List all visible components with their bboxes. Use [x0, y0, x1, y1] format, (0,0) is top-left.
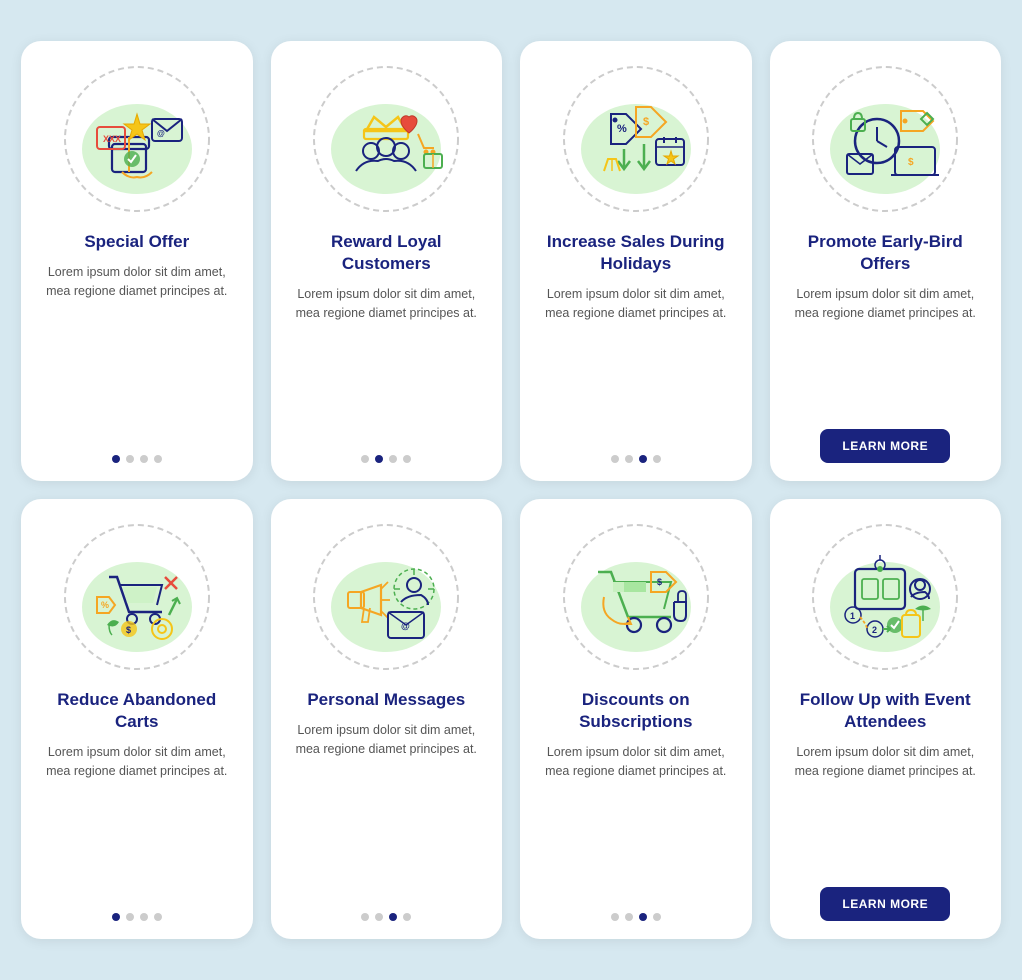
dot-3: [639, 913, 647, 921]
card-footer: [611, 455, 661, 463]
dot-2: [375, 455, 383, 463]
dot-3: [639, 455, 647, 463]
dot-4: [154, 455, 162, 463]
card-title: Special Offer: [84, 231, 189, 253]
svg-text:$: $: [657, 577, 662, 587]
svg-text:1: 1: [850, 611, 855, 621]
svg-text:2: 2: [872, 625, 877, 635]
card-follow-up: 1 2 Follow Up with Event Attendees Lorem…: [770, 499, 1002, 939]
card-footer: [112, 913, 162, 921]
card-abandoned-carts: % $ Reduce Abandoned Carts Lorem ipsum d…: [21, 499, 253, 939]
dot-1: [112, 455, 120, 463]
learn-more-button-2[interactable]: LEARN MORE: [820, 887, 950, 921]
card-footer: [611, 913, 661, 921]
card-title: Increase Sales During Holidays: [536, 231, 736, 275]
card-body: Lorem ipsum dolor sit dim amet, mea regi…: [536, 743, 736, 899]
dot-4: [403, 455, 411, 463]
card-body: Lorem ipsum dolor sit dim amet, mea regi…: [786, 743, 986, 873]
card-footer: [112, 455, 162, 463]
card-body: Lorem ipsum dolor sit dim amet, mea regi…: [536, 285, 736, 441]
card-title: Follow Up with Event Attendees: [786, 689, 986, 733]
dot-2: [126, 455, 134, 463]
card-increase-sales: % $ Increase S: [520, 41, 752, 481]
card-title: Discounts on Subscriptions: [536, 689, 736, 733]
learn-more-button[interactable]: LEARN MORE: [820, 429, 950, 463]
card-footer: LEARN MORE: [820, 429, 950, 463]
dot-4: [403, 913, 411, 921]
dot-3: [389, 913, 397, 921]
svg-text:%: %: [101, 600, 109, 610]
card-discounts-subscriptions: $ Discounts on Subscriptions Lorem ipsum…: [520, 499, 752, 939]
dot-1: [361, 913, 369, 921]
dot-1: [611, 455, 619, 463]
svg-text:@: @: [401, 621, 410, 631]
card-body: Lorem ipsum dolor sit dim amet, mea regi…: [287, 721, 487, 899]
illustration-follow-up: 1 2: [805, 517, 965, 677]
dot-3: [140, 455, 148, 463]
card-title: Reduce Abandoned Carts: [37, 689, 237, 733]
card-title: Promote Early-Bird Offers: [786, 231, 986, 275]
dot-2: [375, 913, 383, 921]
dot-2: [625, 913, 633, 921]
card-early-bird: $ Promote Early-Bird Offers Lorem ipsum …: [770, 41, 1002, 481]
card-title: Reward Loyal Customers: [287, 231, 487, 275]
card-footer: [361, 455, 411, 463]
svg-text:XXX: XXX: [103, 134, 121, 144]
card-body: Lorem ipsum dolor sit dim amet, mea regi…: [786, 285, 986, 415]
dot-4: [154, 913, 162, 921]
illustration-personal-messages: @: [306, 517, 466, 677]
dot-1: [611, 913, 619, 921]
card-special-offer: @ XXX Special Offer Lorem ipsum dolor si…: [21, 41, 253, 481]
dot-4: [653, 913, 661, 921]
card-footer: [361, 913, 411, 921]
card-title: Personal Messages: [307, 689, 465, 711]
dot-3: [389, 455, 397, 463]
card-body: Lorem ipsum dolor sit dim amet, mea regi…: [287, 285, 487, 441]
card-body: Lorem ipsum dolor sit dim amet, mea regi…: [37, 263, 237, 441]
dot-4: [653, 455, 661, 463]
svg-text:%: %: [617, 123, 627, 135]
illustration-abandoned-carts: % $: [57, 517, 217, 677]
illustration-early-bird: $: [805, 59, 965, 219]
illustration-discounts-subscriptions: $: [556, 517, 716, 677]
svg-text:$: $: [126, 625, 131, 635]
illustration-increase-sales: % $: [556, 59, 716, 219]
card-body: Lorem ipsum dolor sit dim amet, mea regi…: [37, 743, 237, 899]
svg-text:$: $: [643, 116, 649, 128]
card-grid: @ XXX Special Offer Lorem ipsum dolor si…: [21, 41, 1001, 939]
dot-2: [126, 913, 134, 921]
card-footer: LEARN MORE: [820, 887, 950, 921]
dot-1: [361, 455, 369, 463]
svg-text:@: @: [157, 129, 165, 138]
illustration-reward-loyal: [306, 59, 466, 219]
card-reward-loyal: Reward Loyal Customers Lorem ipsum dolor…: [271, 41, 503, 481]
dot-3: [140, 913, 148, 921]
card-personal-messages: @ Personal Messages Lorem ipsum dolor si…: [271, 499, 503, 939]
dot-2: [625, 455, 633, 463]
svg-text:$: $: [908, 157, 914, 168]
illustration-special-offer: @ XXX: [57, 59, 217, 219]
dot-1: [112, 913, 120, 921]
